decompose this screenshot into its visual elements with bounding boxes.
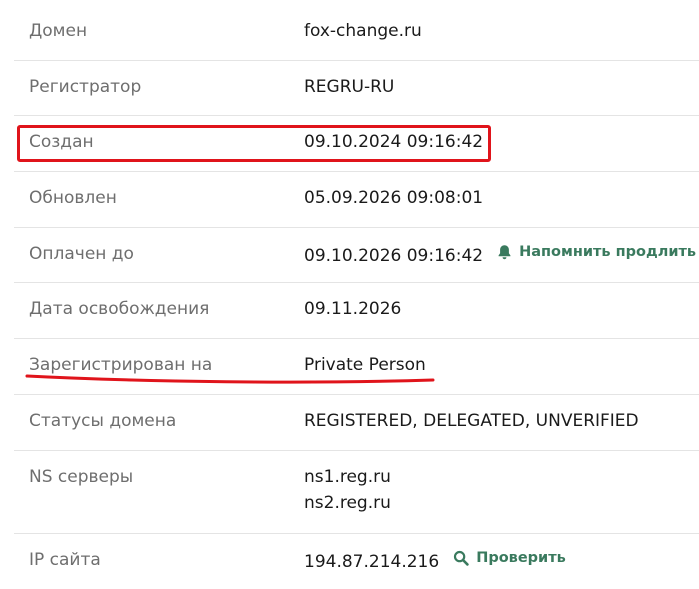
row-value: REGISTERED, DELEGATED, UNVERIFIED [304, 411, 639, 431]
ns-server-list: ns1.reg.ru ns2.reg.ru [304, 464, 391, 516]
row-label: Создан [29, 132, 94, 152]
remind-renew-label: Напомнить продлить [519, 244, 696, 260]
domain-info-table: Домен fox-change.ru Регистратор REGRU-RU… [14, 5, 699, 589]
row-updated: Обновлен 05.09.2026 09:08:01 [14, 172, 699, 228]
search-icon [453, 550, 469, 566]
row-label: Дата освобождения [29, 299, 209, 319]
row-registrar: Регистратор REGRU-RU [14, 61, 699, 117]
row-value: 09.10.2026 09:16:42 [304, 246, 483, 266]
row-domain-statuses: Статусы домена REGISTERED, DELEGATED, UN… [14, 395, 699, 451]
row-label: IP сайта [29, 550, 101, 570]
remind-renew-link[interactable]: Напомнить продлить [497, 244, 696, 260]
row-value-wrap: 09.10.2026 09:16:42 Напомнить продлить [304, 244, 696, 266]
row-label: Регистратор [29, 77, 141, 97]
row-value: 194.87.214.216 [304, 552, 439, 572]
row-label: Статусы домена [29, 411, 176, 431]
check-ip-link[interactable]: Проверить [453, 550, 566, 566]
row-label: Зарегистрирован на [29, 355, 212, 375]
row-value: 05.09.2026 09:08:01 [304, 188, 483, 208]
row-value: 09.11.2026 [304, 299, 401, 319]
row-label: NS серверы [29, 467, 133, 487]
row-value: REGRU-RU [304, 77, 394, 97]
row-label: Оплачен до [29, 244, 134, 264]
row-paid-until: Оплачен до 09.10.2026 09:16:42 Напомнить … [14, 228, 699, 284]
row-domain: Домен fox-change.ru [14, 5, 699, 61]
row-value-wrap: 194.87.214.216 Проверить [304, 550, 566, 572]
ns-server-2: ns2.reg.ru [304, 490, 391, 516]
row-value: 09.10.2024 09:16:42 [304, 132, 483, 152]
row-registered-to: Зарегистрирован на Private Person [14, 339, 699, 395]
bell-icon [497, 244, 512, 260]
row-site-ip: IP сайта 194.87.214.216 Проверить [14, 534, 699, 589]
row-value: fox-change.ru [304, 21, 422, 41]
row-label: Обновлен [29, 188, 117, 208]
row-label: Домен [29, 21, 87, 41]
row-ns-servers: NS серверы ns1.reg.ru ns2.reg.ru [14, 451, 699, 534]
ns-server-1: ns1.reg.ru [304, 464, 391, 490]
row-release-date: Дата освобождения 09.11.2026 [14, 283, 699, 339]
row-created: Создан 09.10.2024 09:16:42 [14, 116, 699, 172]
check-ip-label: Проверить [476, 550, 566, 566]
row-value: Private Person [304, 355, 426, 375]
